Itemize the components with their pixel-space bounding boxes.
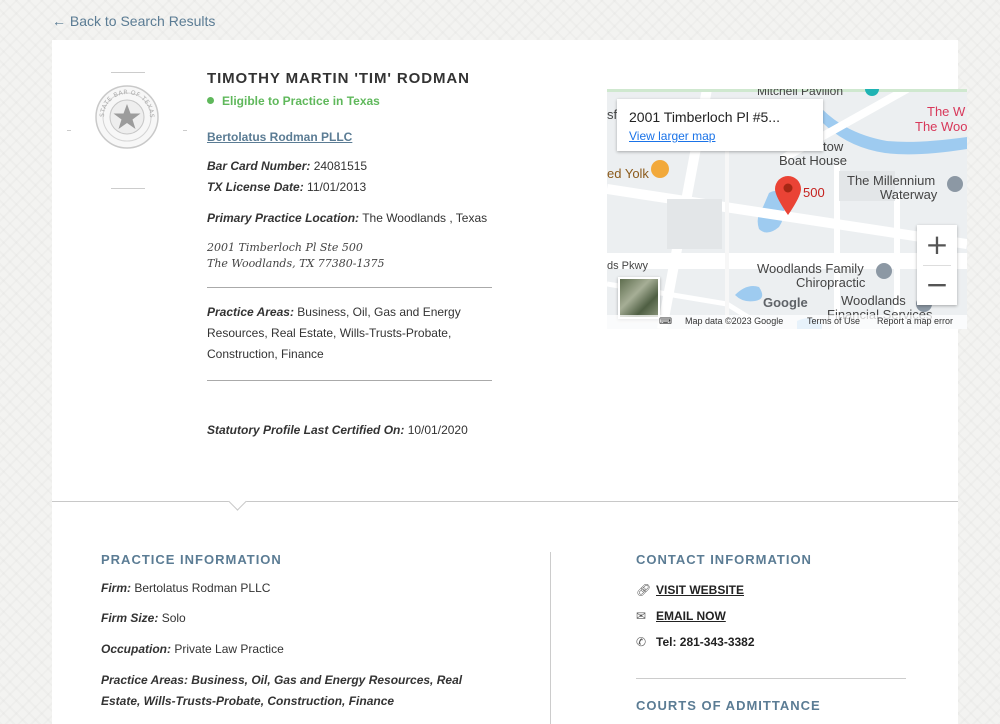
map-label: ed Yolk bbox=[607, 166, 649, 181]
map-label: Woodlands bbox=[841, 293, 906, 308]
map-label: Mitchell Pavilion bbox=[757, 89, 844, 98]
pi-occupation-row: Occupation: Private Law Practice bbox=[101, 639, 501, 660]
contact-divider bbox=[636, 678, 906, 679]
terms-link[interactable]: Terms of Use bbox=[807, 316, 860, 326]
primary-location-row: Primary Practice Location: The Woodlands… bbox=[207, 208, 497, 229]
divider-notch-icon bbox=[228, 492, 247, 511]
pi-firm-value: Bertolatus Rodman PLLC bbox=[134, 581, 271, 595]
view-larger-map-link[interactable]: View larger map bbox=[629, 129, 715, 143]
status-text: Eligible to Practice in Texas bbox=[222, 94, 380, 108]
certified-date: 10/01/2020 bbox=[407, 423, 468, 437]
email-now-label: EMAIL NOW bbox=[656, 609, 726, 623]
phone-number: Tel: 281-343-3382 bbox=[656, 635, 755, 649]
visit-website-label: VISIT WEBSITE bbox=[656, 583, 745, 597]
bar-card-label: Bar Card Number: bbox=[207, 159, 311, 173]
contact-info-title: CONTACT INFORMATION bbox=[636, 552, 812, 567]
map-label: The Woo bbox=[915, 119, 967, 134]
keyboard-icon[interactable]: ⌨ bbox=[659, 316, 672, 327]
pi-size-row: Firm Size: Solo bbox=[101, 608, 501, 629]
pi-occupation-label: Occupation: bbox=[101, 642, 172, 656]
practice-info-title: PRACTICE INFORMATION bbox=[101, 552, 282, 567]
map-label: The Millennium bbox=[847, 173, 936, 188]
envelope-icon: ✉ bbox=[636, 609, 647, 623]
phone-icon: ✆ bbox=[636, 635, 647, 649]
map-pin-label: 500 bbox=[803, 185, 825, 200]
license-date: 11/01/2013 bbox=[307, 180, 367, 194]
divider-line bbox=[207, 287, 492, 288]
firm-link[interactable]: Bertolatus Rodman PLLC bbox=[207, 130, 352, 144]
map-label: Woodlands Family bbox=[757, 261, 864, 276]
certified-label: Statutory Profile Last Certified On: bbox=[207, 423, 405, 437]
eligibility-status: Eligible to Practice in Texas bbox=[207, 94, 380, 108]
google-logo: Google bbox=[763, 295, 808, 310]
seal-icon: STATE BAR OF TEXAS bbox=[95, 85, 159, 149]
address-line-1: 2001 Timberloch Pl Ste 500 bbox=[207, 241, 363, 254]
bar-card-number: 24081515 bbox=[313, 159, 368, 173]
map-info-address: 2001 Timberloch Pl #5... bbox=[629, 109, 780, 125]
attorney-profile-card: STATE BAR OF TEXAS TIMOTHY MARTIN 'TIM' … bbox=[52, 40, 967, 724]
attorney-name: TIMOTHY MARTIN 'TIM' RODMAN bbox=[207, 70, 470, 87]
courts-title: COURTS OF ADMITTANCE bbox=[636, 698, 821, 713]
email-now-link[interactable]: ✉ EMAIL NOW bbox=[636, 609, 726, 623]
phone-row[interactable]: ✆ Tel: 281-343-3382 bbox=[636, 635, 755, 649]
satellite-view-toggle[interactable] bbox=[618, 277, 660, 319]
map-label: Chiropractic bbox=[796, 275, 866, 290]
map-label: tow bbox=[823, 139, 844, 154]
map-label: Boat House bbox=[779, 153, 847, 168]
office-address: 2001 Timberloch Pl Ste 500 The Woodlands… bbox=[207, 240, 384, 272]
zoom-in-button[interactable]: + bbox=[917, 225, 957, 265]
map-footer: ⌨ Map data ©2023 Google Terms of Use Rep… bbox=[607, 315, 967, 329]
certified-row: Statutory Profile Last Certified On: 10/… bbox=[207, 420, 497, 441]
map-info-window: 2001 Timberloch Pl #5... View larger map bbox=[617, 99, 823, 151]
primary-location-label: Primary Practice Location: bbox=[207, 211, 360, 225]
license-date-label: TX License Date: bbox=[207, 180, 304, 194]
map-zoom-control: + − bbox=[917, 225, 957, 305]
column-divider bbox=[550, 552, 551, 724]
map-label: sf bbox=[607, 107, 618, 122]
pi-firm-label: Firm: bbox=[101, 581, 131, 595]
pi-firm-row: Firm: Bertolatus Rodman PLLC bbox=[101, 578, 501, 599]
map-label: The W bbox=[927, 104, 966, 119]
license-date-row: TX License Date: 11/01/2013 bbox=[207, 177, 497, 198]
visit-website-link[interactable]: 🔗︎ VISIT WEBSITE bbox=[636, 583, 744, 597]
divider-line bbox=[207, 380, 492, 381]
report-error-link[interactable]: Report a map error bbox=[877, 316, 953, 326]
pi-size-value: Solo bbox=[161, 611, 186, 625]
state-bar-seal: STATE BAR OF TEXAS bbox=[67, 72, 187, 190]
pi-areas-row: Practice Areas: Business, Oil, Gas and E… bbox=[101, 670, 496, 712]
pi-occupation-value: Private Law Practice bbox=[174, 642, 284, 656]
section-divider bbox=[52, 501, 958, 502]
map-label: Waterway bbox=[880, 187, 938, 202]
bar-card-row: Bar Card Number: 24081515 bbox=[207, 156, 497, 177]
practice-areas-label: Practice Areas: bbox=[207, 305, 294, 319]
location-map[interactable]: Mitchell Pavilion The W The Woo Boat Hou… bbox=[607, 89, 967, 329]
pi-size-label: Firm Size: bbox=[101, 611, 159, 625]
link-icon: 🔗︎ bbox=[636, 583, 652, 597]
map-label: ds Pkwy bbox=[607, 260, 648, 272]
back-to-results-link[interactable]: ← Back to Search Results bbox=[52, 13, 215, 29]
practice-areas-row: Practice Areas: Business, Oil, Gas and E… bbox=[207, 302, 462, 365]
zoom-out-button[interactable]: − bbox=[917, 265, 957, 305]
address-line-2: The Woodlands, TX 77380-1375 bbox=[207, 257, 385, 270]
pi-areas-label: Practice Areas: bbox=[101, 673, 188, 687]
primary-location: The Woodlands , Texas bbox=[362, 211, 488, 225]
status-dot-icon bbox=[207, 97, 214, 104]
map-data-text: Map data ©2023 Google bbox=[685, 316, 784, 326]
